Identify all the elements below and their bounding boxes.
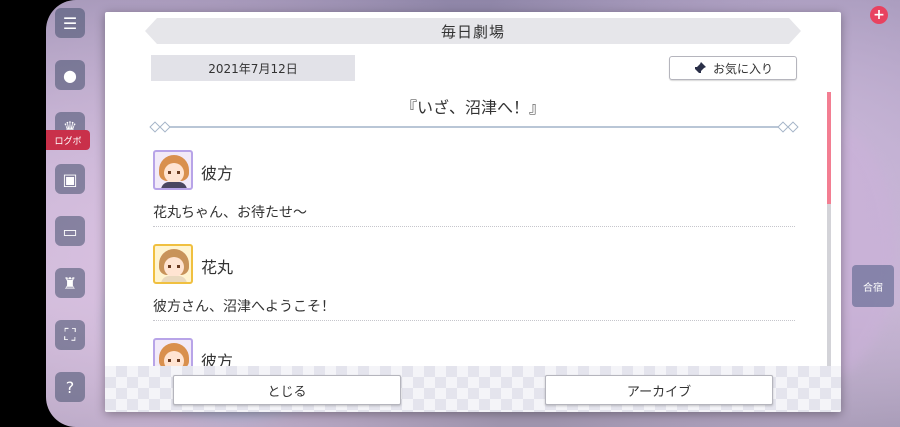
plus-icon[interactable]: +: [870, 6, 888, 24]
title-divider: [149, 121, 799, 133]
story-date: 2021年7月12日: [151, 55, 355, 81]
scrollbar-thumb[interactable]: [827, 92, 831, 204]
hint-icon[interactable]: ?: [55, 372, 85, 402]
chat-icon[interactable]: ●: [55, 60, 85, 90]
archive-button[interactable]: アーカイブ: [545, 375, 773, 405]
favorite-button[interactable]: お気に入り: [669, 56, 797, 80]
dialogue-scroll-area[interactable]: 彼方 花丸ちゃん、お待たせ〜 花丸 彼方さん、沼津へようこそ！ 彼方: [105, 130, 825, 366]
avatar-hanamaru: [153, 244, 193, 284]
side-menu: ☰ ● ♛ ▣ ▭ ♜ ⛶ ?: [52, 8, 88, 424]
favorite-label: お気に入り: [712, 61, 773, 76]
story-title: 『いざ、沼津へ！』: [400, 98, 545, 117]
entry-separator: [153, 226, 795, 227]
dialog-title: 毎日劇場: [145, 18, 801, 44]
gift-icon[interactable]: ▣: [55, 164, 85, 194]
avatar-kanata: [153, 338, 193, 366]
bell-icon[interactable]: ♜: [55, 268, 85, 298]
expand-icon[interactable]: ⛶: [55, 320, 85, 350]
speaker-name: 花丸: [201, 258, 234, 277]
daily-theater-dialog: 毎日劇場 2021年7月12日 お気に入り 『いざ、沼津へ！』 彼方 花丸ちゃん…: [105, 12, 841, 412]
dialogue-line: 花丸ちゃん、お待たせ〜: [153, 205, 307, 221]
dialog-footer: とじる アーカイブ: [105, 366, 841, 412]
monitor-icon[interactable]: ▭: [55, 216, 85, 246]
speaker-name: 彼方: [201, 352, 234, 366]
login-bonus-tag[interactable]: ログボ: [46, 130, 90, 150]
entry-separator: [153, 320, 795, 321]
right-hud: + 合宿: [840, 0, 900, 427]
camp-card[interactable]: 合宿: [852, 265, 894, 307]
speaker-name: 彼方: [201, 164, 234, 183]
scrollbar[interactable]: [827, 92, 831, 367]
avatar-kanata: [153, 150, 193, 190]
dialogue-line: 彼方さん、沼津へようこそ！: [153, 299, 335, 315]
close-button[interactable]: とじる: [173, 375, 401, 405]
menu-icon[interactable]: ☰: [55, 8, 85, 38]
pin-icon: [693, 62, 706, 74]
